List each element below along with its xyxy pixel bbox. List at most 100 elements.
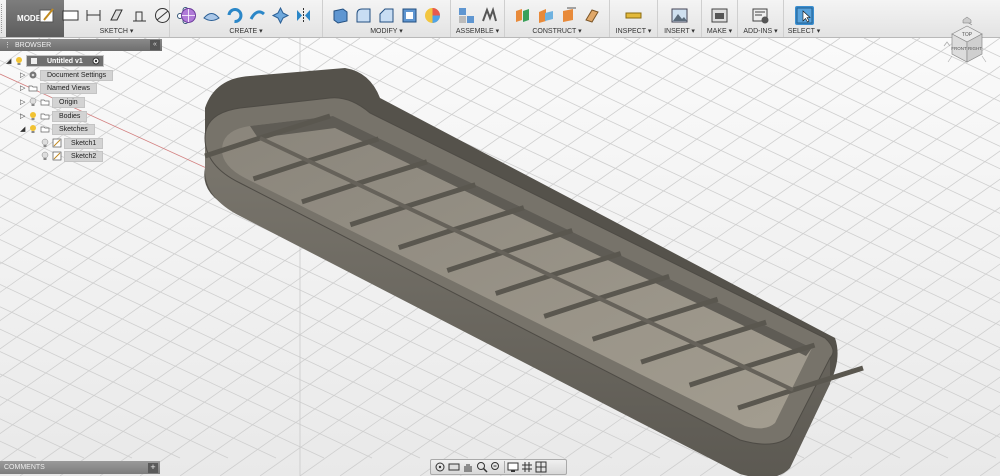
dimension-icon[interactable] <box>84 6 103 25</box>
lightbulb-icon[interactable] <box>14 56 24 66</box>
measure-icon[interactable] <box>624 6 643 25</box>
tree-label: Sketch1 <box>64 137 104 149</box>
comments-panel[interactable]: COMMENTS + <box>0 461 160 474</box>
zoom-icon[interactable] <box>476 461 488 473</box>
toolbar-group-assemble: ASSEMBLE ▾ <box>451 0 505 37</box>
rectangle-icon[interactable] <box>61 6 80 25</box>
toolbar-group-select: SELECT ▾ <box>784 0 824 37</box>
group-label-inspect[interactable]: INSPECT ▾ <box>616 27 652 37</box>
home-view-icon[interactable] <box>962 16 972 24</box>
tree-item-sketch2[interactable]: Sketch2 <box>40 150 104 162</box>
tree-item-origin[interactable]: ▷ Origin <box>20 96 85 108</box>
tree-label: Origin <box>52 96 85 108</box>
shell-icon[interactable] <box>400 6 419 25</box>
lightbulb-off-icon[interactable] <box>40 138 50 148</box>
sketch-icon <box>52 138 62 148</box>
grid-settings-icon[interactable] <box>521 461 533 473</box>
cube-front-label: FRONT <box>951 46 967 51</box>
cube-right-label: RIGHT <box>968 46 982 51</box>
create-sketch-icon[interactable] <box>38 6 57 25</box>
collapse-panel-icon[interactable]: « <box>150 40 160 50</box>
collapsed-triangle-icon[interactable]: ▷ <box>20 112 28 120</box>
grid-plane <box>0 38 1000 476</box>
3d-print-icon[interactable] <box>710 6 729 25</box>
midplane-icon[interactable] <box>559 6 578 25</box>
collapsed-triangle-icon[interactable]: ▷ <box>20 71 28 79</box>
tree-label: Named Views <box>40 82 98 94</box>
tree-item-document-settings[interactable]: ▷ Document Settings <box>20 69 114 81</box>
toolbar-group-construct: CONSTRUCT ▾ <box>505 0 610 37</box>
extrude-icon[interactable] <box>202 6 221 25</box>
stop-sketch-icon[interactable] <box>130 6 149 25</box>
3d-viewport[interactable] <box>0 38 1000 476</box>
cube-top-label: TOP <box>962 32 973 38</box>
scripts-addins-icon[interactable] <box>751 6 770 25</box>
group-label-assemble[interactable]: ASSEMBLE ▾ <box>456 27 499 37</box>
toolbar-group-insert: INSERT ▾ <box>658 0 702 37</box>
sweep-icon[interactable] <box>248 6 267 25</box>
tree-item-sketches[interactable]: ◢ Sketches <box>20 123 95 135</box>
pan-hand-icon[interactable] <box>462 461 474 473</box>
press-pull-icon[interactable] <box>331 6 350 25</box>
axis-through-cylinder-icon[interactable] <box>582 6 601 25</box>
lightbulb-off-icon[interactable] <box>28 97 38 107</box>
orbit-icon[interactable] <box>434 461 446 473</box>
group-label-addins[interactable]: ADD-INS ▾ <box>743 27 777 37</box>
lightbulb-icon[interactable] <box>28 111 38 121</box>
sketch-icon <box>52 151 62 161</box>
toolbar-group-modify: MODIFY ▾ <box>323 0 451 37</box>
new-component-icon[interactable] <box>457 6 476 25</box>
tree-root-label[interactable]: Untitled v1 <box>26 55 104 67</box>
active-radio-icon[interactable] <box>92 57 100 65</box>
tree-item-sketch1[interactable]: Sketch1 <box>40 137 104 149</box>
fit-view-icon[interactable] <box>490 461 502 473</box>
appearance-icon[interactable] <box>423 6 442 25</box>
navigation-bar <box>430 459 567 475</box>
select-arrow-icon[interactable] <box>794 6 814 25</box>
folder-icon <box>40 126 50 133</box>
group-label-make[interactable]: MAKE ▾ <box>707 27 732 37</box>
add-comment-icon[interactable]: + <box>148 462 158 473</box>
rotate-arrow-icon[interactable] <box>943 41 951 47</box>
insert-image-icon[interactable] <box>670 6 689 25</box>
comments-title: COMMENTS <box>4 464 45 471</box>
joint-icon[interactable] <box>480 6 499 25</box>
plane-at-angle-icon[interactable] <box>536 6 555 25</box>
toolbar-grip[interactable] <box>1 4 5 33</box>
group-label-modify[interactable]: MODIFY ▾ <box>370 27 403 37</box>
lightbulb-off-icon[interactable] <box>40 151 50 161</box>
fillet-icon[interactable] <box>354 6 373 25</box>
chamfer-icon[interactable] <box>377 6 396 25</box>
expanded-triangle-icon[interactable]: ◢ <box>20 125 28 133</box>
browser-header[interactable]: ⋮ BROWSER « <box>0 39 162 51</box>
group-label-create[interactable]: CREATE ▾ <box>229 27 262 37</box>
project-icon[interactable] <box>107 6 126 25</box>
gear-icon <box>29 71 37 79</box>
revolve-icon[interactable] <box>225 6 244 25</box>
expanded-triangle-icon[interactable]: ◢ <box>6 57 14 65</box>
lightbulb-icon[interactable] <box>28 124 38 134</box>
offset-plane-icon[interactable] <box>513 6 532 25</box>
toolbar-group-make: MAKE ▾ <box>702 0 738 37</box>
collapsed-triangle-icon[interactable]: ▷ <box>20 98 28 106</box>
folder-icon <box>40 113 50 120</box>
tree-item-named-views[interactable]: ▷ Named Views <box>20 82 98 94</box>
grip-icon: ⋮ <box>4 42 11 49</box>
group-label-construct[interactable]: CONSTRUCT ▾ <box>532 27 581 37</box>
create-form-icon[interactable] <box>179 6 198 25</box>
viewports-icon[interactable] <box>535 461 547 473</box>
browser-panel: ⋮ BROWSER « ◢ Untitled v1 ▷ Document Set… <box>0 39 162 162</box>
tree-item-root[interactable]: ◢ Untitled v1 <box>6 55 104 67</box>
display-settings-icon[interactable] <box>507 461 519 473</box>
loft-icon[interactable] <box>271 6 290 25</box>
view-cube[interactable]: TOP FRONT RIGHT <box>938 16 996 74</box>
group-label-select[interactable]: SELECT ▾ <box>788 27 821 37</box>
collapsed-triangle-icon[interactable]: ▷ <box>20 84 28 92</box>
toolbar-group-addins: ADD-INS ▾ <box>738 0 784 37</box>
group-label-sketch[interactable]: SKETCH ▾ <box>100 27 134 37</box>
group-label-insert[interactable]: INSERT ▾ <box>664 27 695 37</box>
tree-item-bodies[interactable]: ▷ Bodies <box>20 110 88 122</box>
browser-title: BROWSER <box>15 41 52 49</box>
look-at-icon[interactable] <box>448 461 460 473</box>
mirror-icon[interactable] <box>294 6 313 25</box>
